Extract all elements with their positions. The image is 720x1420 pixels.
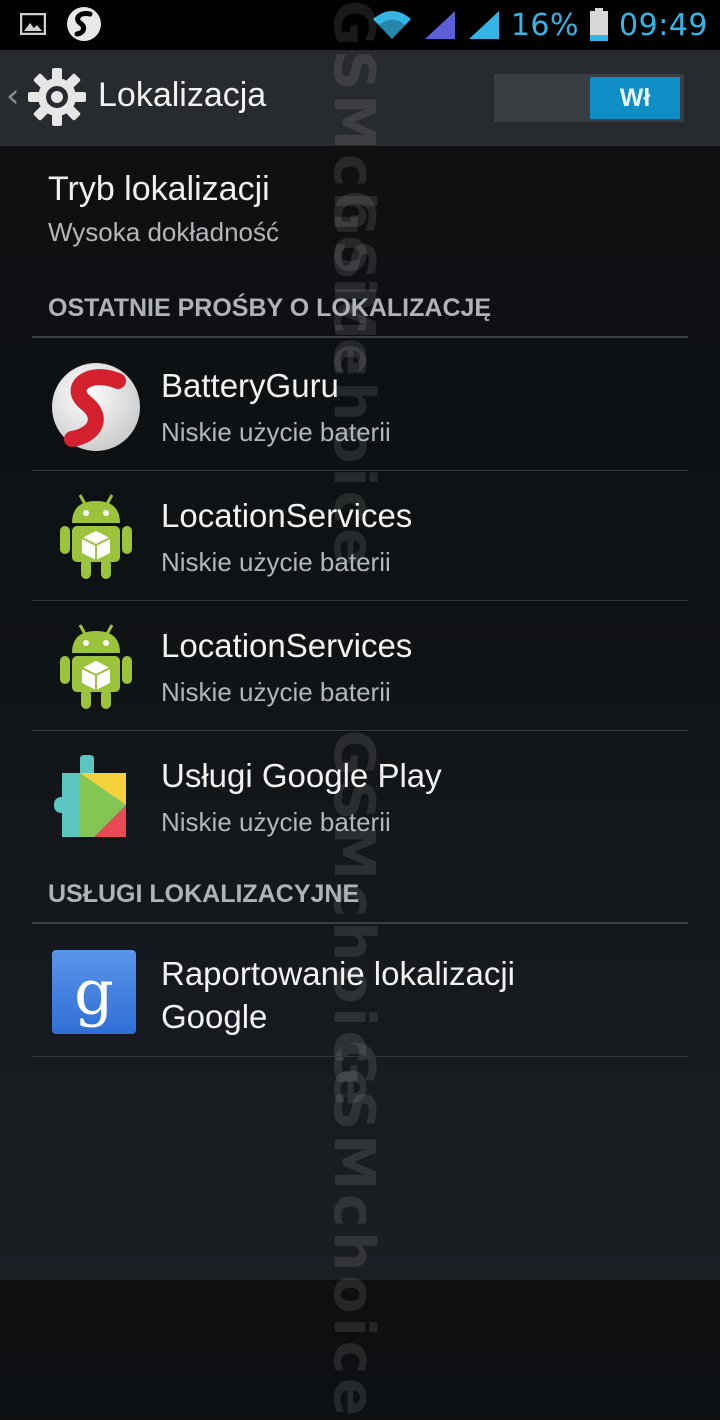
status-bar: 16% 09:49 xyxy=(0,0,720,50)
app-name: LocationServices xyxy=(161,497,413,534)
location-mode-item[interactable]: Tryb lokalizacji Wysoka dokładność xyxy=(48,170,279,248)
app-battery-usage: Niskie użycie baterii xyxy=(161,547,391,577)
section-divider xyxy=(32,922,688,924)
app-battery-usage: Niskie użycie baterii xyxy=(161,417,391,447)
location-services-header: USŁUGI LOKALIZACYJNE xyxy=(48,880,360,908)
toggle-on-label: Wł xyxy=(590,77,680,119)
svg-text:g: g xyxy=(74,956,114,1029)
battery-percent: 16% xyxy=(510,7,580,43)
list-item-locationservices[interactable]: LocationServices Niskie użycie baterii xyxy=(32,471,688,599)
app-name: Usługi Google Play xyxy=(161,757,442,794)
signal-icon xyxy=(424,11,455,39)
page-title: Lokalizacja xyxy=(98,76,267,114)
android-app-icon xyxy=(60,624,132,709)
picture-icon xyxy=(20,13,46,35)
signal-icon xyxy=(468,11,499,39)
snapdragon-icon xyxy=(67,7,101,41)
back-chevron-icon[interactable]: ‹ xyxy=(6,76,20,116)
google-location-reporting-title: Raportowanie lokalizacji Google xyxy=(161,955,516,1035)
recent-requests-header: OSTATNIE PROŚBY O LOKALIZACJĘ xyxy=(48,294,492,322)
location-toggle[interactable]: Wł xyxy=(494,74,684,122)
app-name: LocationServices xyxy=(161,627,413,664)
row-divider xyxy=(32,1056,688,1057)
watermark: GSMchoice xyxy=(321,1040,386,1420)
snapdragon-app-icon xyxy=(52,363,140,451)
app-name: BatteryGuru xyxy=(161,367,339,404)
action-bar: ‹ Lokalizacja Wł xyxy=(0,50,720,146)
location-mode-value: Wysoka dokładność xyxy=(48,217,279,247)
list-item-google-play-services[interactable]: Usługi Google Play Niskie użycie baterii xyxy=(32,731,688,859)
wifi-icon xyxy=(372,11,411,39)
google-settings-icon: g xyxy=(52,950,136,1034)
list-item-batteryguru[interactable]: BatteryGuru Niskie użycie baterii xyxy=(32,341,688,469)
battery-icon xyxy=(590,8,609,41)
section-divider xyxy=(32,336,688,338)
app-battery-usage: Niskie użycie baterii xyxy=(161,807,391,837)
google-play-services-icon xyxy=(54,755,126,837)
settings-gear-icon[interactable] xyxy=(26,66,88,132)
clock: 09:49 xyxy=(619,7,708,43)
app-battery-usage: Niskie użycie baterii xyxy=(161,677,391,707)
location-mode-title: Tryb lokalizacji xyxy=(48,170,270,208)
list-item-locationservices[interactable]: LocationServices Niskie użycie baterii xyxy=(32,601,688,729)
android-app-icon xyxy=(60,494,132,579)
